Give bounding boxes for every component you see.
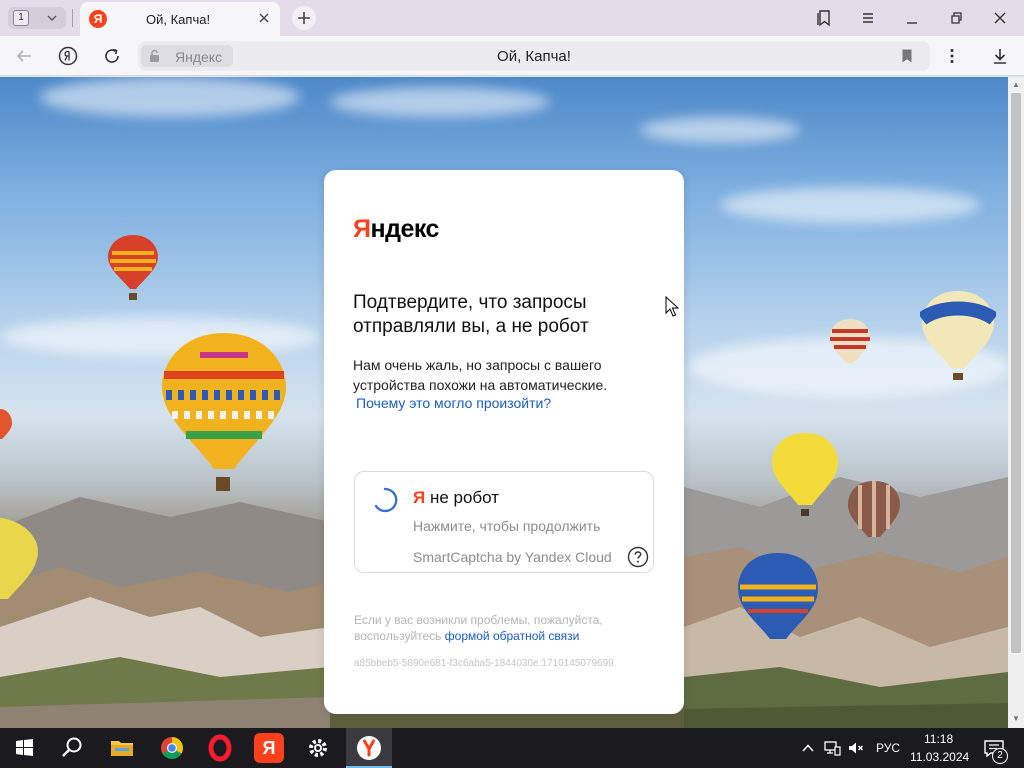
yandex-browser-icon <box>357 736 381 760</box>
yandex-favicon-icon: Я <box>89 10 107 28</box>
yandex-button-icon[interactable] <box>56 44 80 68</box>
language-indicator[interactable]: РУС <box>876 741 900 755</box>
hot-air-balloon <box>0 517 38 599</box>
cloud <box>640 117 800 143</box>
not-robot-text: не робот <box>425 488 500 507</box>
captcha-description: Нам очень жаль, но запросы с вашего устр… <box>353 357 608 393</box>
settings-gear-icon[interactable] <box>302 732 334 764</box>
hot-air-balloon <box>738 553 818 639</box>
reload-icon[interactable] <box>100 44 124 68</box>
hot-air-balloon <box>848 481 900 537</box>
why-link[interactable]: Почему это могло произойти? <box>356 395 551 411</box>
chevron-down-icon <box>47 15 57 21</box>
tab-counter-button[interactable]: 1 <box>8 7 66 29</box>
restore-icon[interactable] <box>944 6 968 30</box>
clock-time[interactable]: 11:18 <box>924 732 953 746</box>
search-icon[interactable] <box>56 732 88 764</box>
omnibox[interactable]: Яндекс Ой, Капча! <box>138 41 930 71</box>
windows-taskbar: Я РУС 11:18 11.03.2024 2 <box>0 728 1024 768</box>
smartcaptcha-checkbox[interactable]: Я не робот Нажмите, чтобы продолжить Sma… <box>354 471 654 573</box>
close-icon[interactable] <box>256 10 272 26</box>
not-robot-label: Я не робот <box>413 488 499 508</box>
feedback-text: Если у вас возникли проблемы, пожалуйста… <box>354 612 654 644</box>
network-icon[interactable] <box>822 738 842 758</box>
hot-air-balloon <box>162 333 286 491</box>
yandex-logo: Яндекс <box>353 215 439 244</box>
scroll-down-icon[interactable]: ▼ <box>1012 715 1020 723</box>
new-tab-button[interactable] <box>292 6 316 30</box>
captcha-heading: Подтвердите, что запросы отправляли вы, … <box>353 292 589 337</box>
help-icon[interactable] <box>627 546 649 568</box>
hot-air-balloon <box>772 433 838 516</box>
tab-active[interactable]: Я Ой, Капча! <box>80 2 280 36</box>
tab-strip: 1 Я Ой, Капча! <box>0 0 1024 36</box>
page-title: Ой, Капча! <box>497 48 571 65</box>
mouse-cursor-icon <box>665 296 679 317</box>
minimize-icon[interactable] <box>900 6 924 30</box>
request-id: a85bbeb5-5890e681-f3c6aba5-1844030e:1710… <box>354 658 614 669</box>
more-options-icon[interactable] <box>940 44 964 68</box>
tab-title: Ой, Капча! <box>146 12 211 27</box>
cloud <box>40 77 300 117</box>
logo-rest: ндекс <box>370 215 439 243</box>
scroll-up-icon[interactable]: ▲ <box>1012 81 1020 89</box>
address-bar: Яндекс Ой, Капча! <box>0 36 1024 76</box>
captcha-card: Яндекс Подтвердите, что запросы отправля… <box>324 170 684 714</box>
taskbar-active-app[interactable] <box>346 728 392 768</box>
windows-start-icon[interactable] <box>8 732 40 764</box>
chrome-icon[interactable] <box>156 732 188 764</box>
scroll-thumb[interactable] <box>1011 93 1021 653</box>
volume-muted-icon[interactable] <box>846 738 866 758</box>
tab-divider <box>72 9 73 27</box>
yandex-app-icon[interactable]: Я <box>254 733 284 763</box>
click-hint: Нажмите, чтобы продолжить <box>413 518 601 534</box>
not-robot-ya: Я <box>413 488 426 507</box>
cloud <box>330 87 550 117</box>
captcha-provider: SmartCaptcha by Yandex Cloud <box>413 549 612 565</box>
plus-icon <box>298 12 310 24</box>
page-scrollbar[interactable]: ▲ ▼ <box>1008 77 1024 728</box>
download-icon[interactable] <box>988 44 1012 68</box>
cloud <box>720 187 980 223</box>
hot-air-balloon <box>830 319 870 363</box>
menu-icon[interactable] <box>856 6 880 30</box>
chevron-up-icon[interactable] <box>798 738 818 758</box>
bookmark-icon[interactable] <box>898 47 916 65</box>
window-close-icon[interactable] <box>988 6 1012 30</box>
file-explorer-icon[interactable] <box>106 732 138 764</box>
hot-air-balloon <box>0 409 12 439</box>
back-arrow-icon[interactable] <box>12 44 36 68</box>
clock-date[interactable]: 11.03.2024 <box>910 750 969 764</box>
opera-icon[interactable] <box>204 732 236 764</box>
tab-count: 1 <box>13 10 29 26</box>
logo-letter: Я <box>353 215 371 243</box>
hot-air-balloon <box>108 235 158 300</box>
hot-air-balloon <box>920 291 996 380</box>
feedback-form-link[interactable]: формой обратной связи <box>445 629 580 643</box>
loading-spinner-icon <box>374 487 398 513</box>
bookmarks-panel-icon[interactable] <box>812 6 836 30</box>
notification-count-badge: 2 <box>992 748 1008 764</box>
